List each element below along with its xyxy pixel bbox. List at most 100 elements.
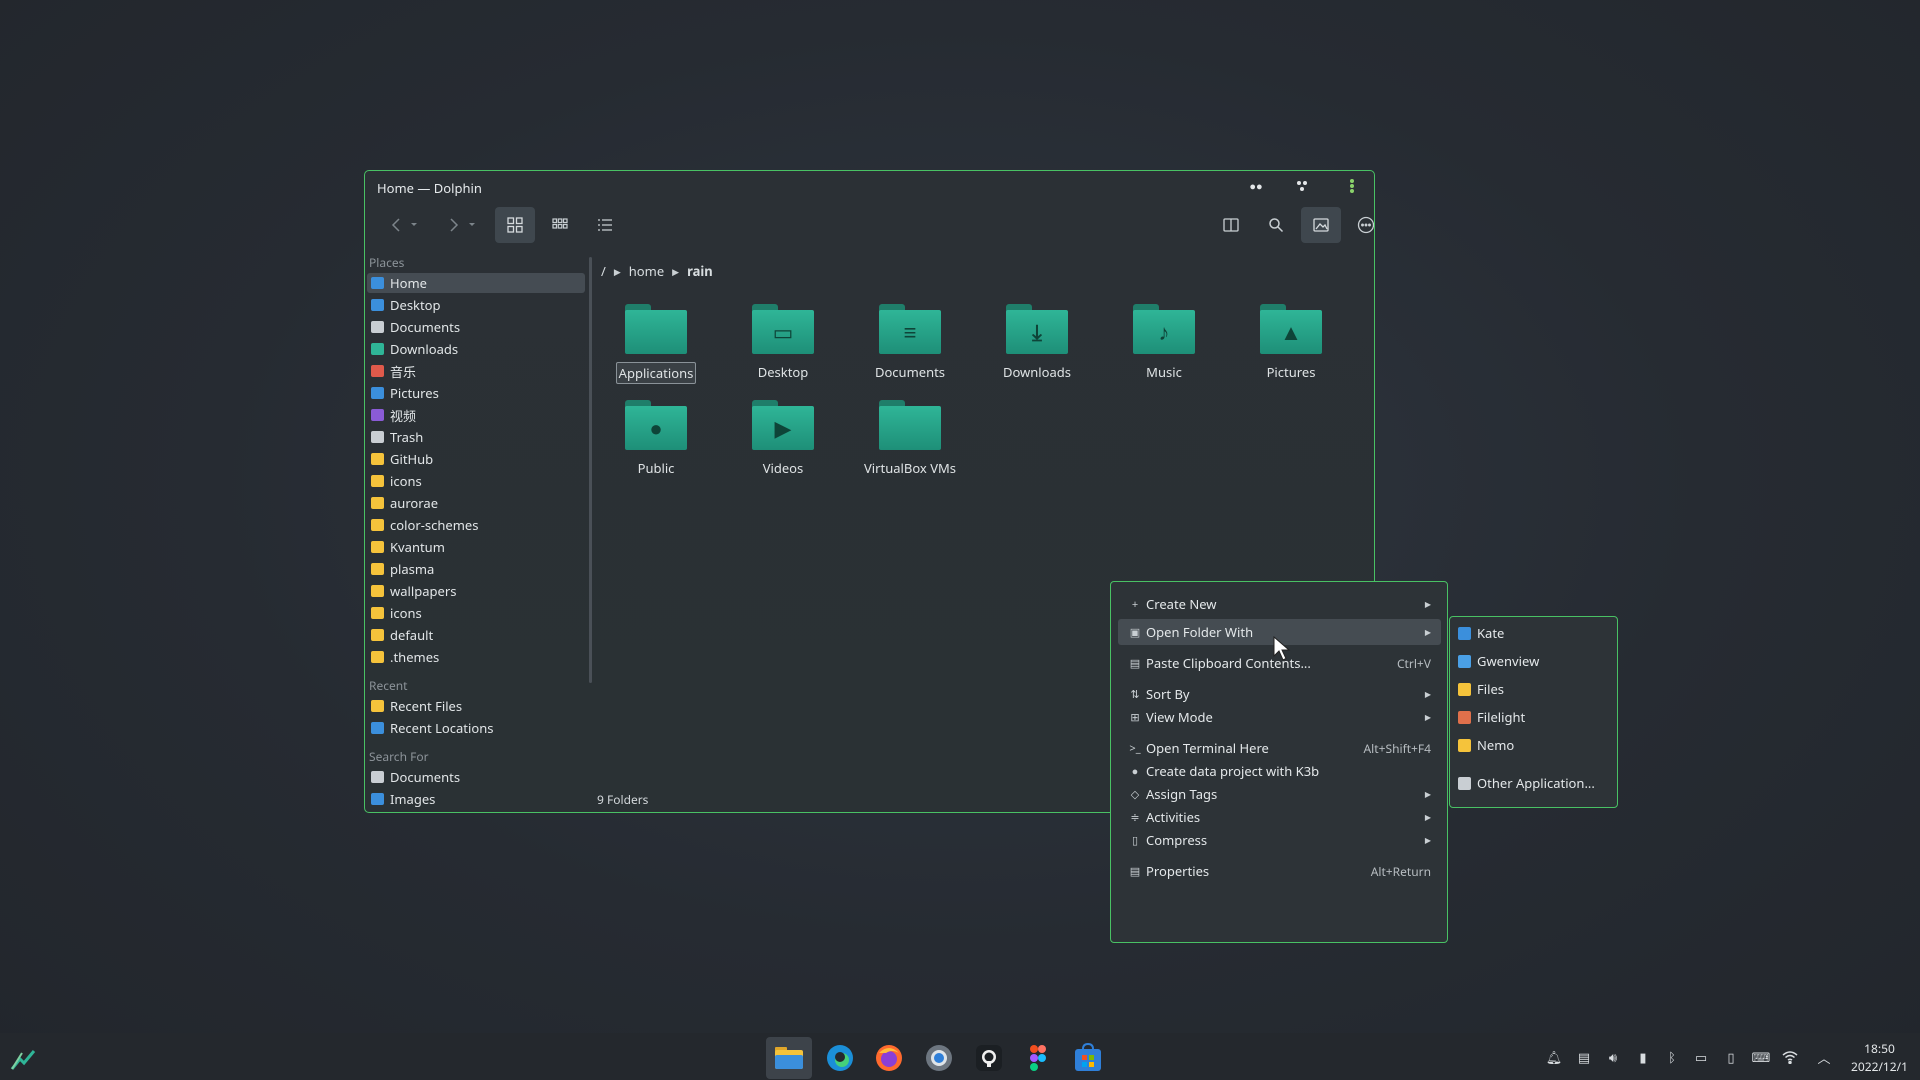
folder-icon: ▭ bbox=[752, 304, 814, 356]
forward-button[interactable] bbox=[439, 207, 489, 243]
title-bar[interactable]: Home — Dolphin ●● bbox=[365, 171, 1374, 201]
phone-icon[interactable]: ▯ bbox=[1722, 1048, 1740, 1066]
places-item[interactable]: Downloads bbox=[367, 339, 585, 359]
places-item-label: color-schemes bbox=[390, 516, 479, 534]
keyboard-icon[interactable]: ⌨ bbox=[1752, 1048, 1771, 1066]
folder-glyph: ▶ bbox=[752, 406, 814, 450]
places-item[interactable]: 视频 bbox=[367, 405, 585, 425]
recent-item[interactable]: Recent Locations bbox=[367, 718, 585, 738]
place-icon bbox=[371, 519, 384, 531]
context-menu-item[interactable]: ▯ Compress ▶ bbox=[1118, 827, 1441, 853]
recent-item-label: Recent Files bbox=[390, 697, 463, 715]
folder-item[interactable]: ● Public bbox=[601, 400, 711, 478]
search-for-item[interactable]: Images bbox=[367, 789, 585, 809]
places-item-label: Kvantum bbox=[390, 538, 445, 556]
folder-item[interactable]: ♪ Music bbox=[1109, 304, 1219, 382]
recent-item[interactable]: Recent Files bbox=[367, 696, 585, 716]
places-item[interactable]: Documents bbox=[367, 317, 585, 337]
places-item[interactable]: icons bbox=[367, 603, 585, 623]
folder-item[interactable]: ≡ Documents bbox=[855, 304, 965, 382]
keep-above-button[interactable]: ●● bbox=[1246, 177, 1266, 195]
taskbar-firefox[interactable] bbox=[872, 1041, 906, 1075]
app-label: Filelight bbox=[1477, 708, 1526, 726]
taskbar-edge-browser[interactable] bbox=[823, 1041, 857, 1075]
more-menu-button[interactable] bbox=[1346, 207, 1374, 243]
open-with-app-item[interactable]: Other Application... bbox=[1458, 771, 1610, 795]
places-item[interactable]: 音乐 bbox=[367, 361, 585, 381]
clipboard-icon[interactable]: ▤ bbox=[1575, 1048, 1593, 1066]
app-label: Kate bbox=[1477, 624, 1505, 642]
app-label: Files bbox=[1477, 680, 1505, 698]
places-item[interactable]: Trash bbox=[367, 427, 585, 447]
folder-item[interactable]: Applications bbox=[601, 304, 711, 384]
places-item[interactable]: .themes bbox=[367, 647, 585, 667]
taskbar-figma[interactable] bbox=[1021, 1041, 1055, 1075]
breadcrumb-home[interactable]: home bbox=[629, 262, 664, 280]
places-item-label: 视频 bbox=[390, 406, 417, 425]
places-item-label: icons bbox=[390, 604, 422, 622]
places-item[interactable]: wallpapers bbox=[367, 581, 585, 601]
app-icon bbox=[1458, 710, 1471, 724]
places-item-label: .themes bbox=[390, 648, 440, 666]
back-button[interactable] bbox=[381, 207, 431, 243]
menu-item-label: Create New bbox=[1146, 595, 1217, 613]
places-item[interactable]: Desktop bbox=[367, 295, 585, 315]
search-button[interactable] bbox=[1256, 207, 1296, 243]
compact-view-button[interactable] bbox=[540, 207, 580, 243]
volume-icon[interactable]: 🔊︎ bbox=[1604, 1048, 1622, 1066]
clock[interactable]: 18:50 2022/12/1 bbox=[1851, 1040, 1908, 1076]
places-item[interactable]: default bbox=[367, 625, 585, 645]
notifications-icon[interactable]: 🔔︎ bbox=[1545, 1048, 1563, 1066]
open-with-app-item[interactable]: Files bbox=[1458, 677, 1610, 701]
open-with-app-item[interactable]: Filelight bbox=[1458, 705, 1610, 729]
wifi-icon[interactable] bbox=[1781, 1048, 1799, 1066]
places-item[interactable]: aurorae bbox=[367, 493, 585, 513]
split-view-button[interactable] bbox=[1211, 207, 1251, 243]
chevron-right-icon[interactable]: ▶ bbox=[614, 265, 621, 278]
search-for-item[interactable]: Documents bbox=[367, 767, 585, 787]
places-item-label: Desktop bbox=[390, 296, 441, 314]
places-item[interactable]: plasma bbox=[367, 559, 585, 579]
context-menu-item[interactable]: ▤ Properties Alt+Return bbox=[1118, 858, 1441, 884]
bluetooth-icon[interactable]: ᛒ bbox=[1663, 1048, 1681, 1066]
folder-glyph: ● bbox=[625, 406, 687, 450]
panel-scrollbar[interactable] bbox=[589, 257, 592, 683]
places-item[interactable]: color-schemes bbox=[367, 515, 585, 535]
places-item-label: wallpapers bbox=[390, 582, 457, 600]
taskbar-github[interactable] bbox=[972, 1041, 1006, 1075]
places-item[interactable]: Pictures bbox=[367, 383, 585, 403]
folder-item[interactable]: ⤓ Downloads bbox=[982, 304, 1092, 382]
folder-item[interactable]: ▲ Pictures bbox=[1236, 304, 1346, 382]
window-menu-button[interactable] bbox=[1292, 177, 1312, 195]
folder-icon: ▲ bbox=[1260, 304, 1322, 356]
open-with-app-item[interactable]: Gwenview bbox=[1458, 649, 1610, 673]
menu-item-label: Properties bbox=[1146, 862, 1210, 880]
breadcrumb-current[interactable]: rain bbox=[687, 262, 713, 280]
app-launcher-icon[interactable] bbox=[6, 1043, 40, 1077]
chevron-right-icon[interactable]: ▶ bbox=[672, 265, 679, 278]
chevron-up-icon[interactable]: ︿ bbox=[1815, 1048, 1833, 1067]
details-view-button[interactable] bbox=[585, 207, 625, 243]
places-item[interactable]: icons bbox=[367, 471, 585, 491]
taskbar-file-manager[interactable] bbox=[766, 1037, 812, 1079]
open-with-app-item[interactable]: Kate bbox=[1458, 621, 1610, 645]
folder-label: Music bbox=[1146, 363, 1182, 381]
icons-view-button[interactable] bbox=[495, 207, 535, 243]
preview-toggle-button[interactable] bbox=[1301, 207, 1341, 243]
taskbar-store[interactable] bbox=[1071, 1041, 1105, 1075]
context-menu-item[interactable]: + Create New ▶ bbox=[1118, 591, 1441, 617]
places-item[interactable]: Kvantum bbox=[367, 537, 585, 557]
folder-item[interactable]: ▶ Videos bbox=[728, 400, 838, 478]
folder-item[interactable]: ▭ Desktop bbox=[728, 304, 838, 382]
open-with-app-item[interactable]: Nemo bbox=[1458, 733, 1610, 757]
recent-item-label: Recent Locations bbox=[390, 719, 494, 737]
breadcrumb-root[interactable]: / bbox=[601, 262, 606, 280]
places-item[interactable]: GitHub bbox=[367, 449, 585, 469]
display-icon[interactable]: ▭ bbox=[1692, 1048, 1710, 1066]
taskbar-settings[interactable] bbox=[922, 1041, 956, 1075]
context-menu-item[interactable]: ⊞ View Mode ▶ bbox=[1118, 704, 1441, 730]
folder-item[interactable]: VirtualBox VMs bbox=[855, 400, 965, 478]
window-close-button[interactable] bbox=[1342, 177, 1362, 195]
places-item[interactable]: Home bbox=[367, 273, 585, 293]
battery-icon[interactable]: ▮ bbox=[1634, 1048, 1652, 1066]
